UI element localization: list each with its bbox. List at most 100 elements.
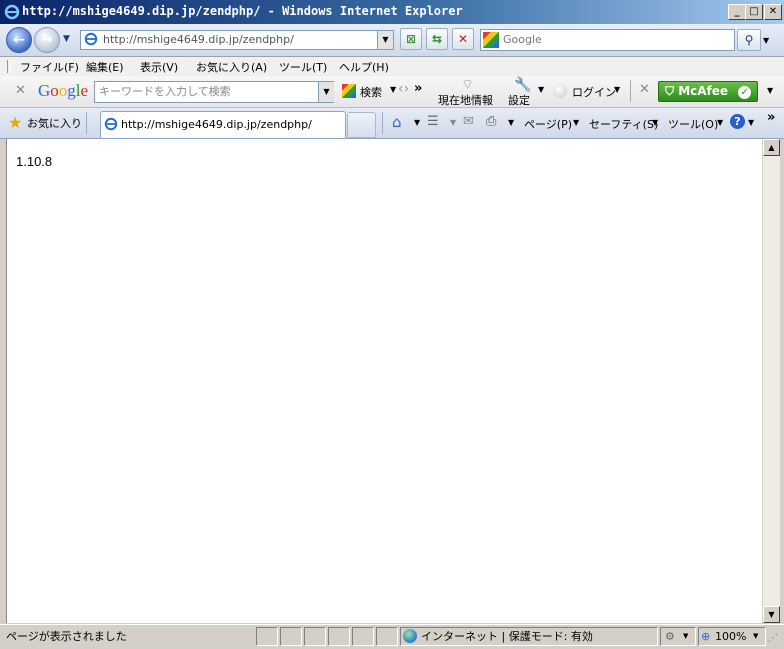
google-search-icon [342, 84, 356, 98]
favorites-button[interactable]: お気に入り [27, 115, 82, 131]
google-toolbar-close-button[interactable]: ✕ [15, 83, 26, 98]
tab-title: http://mshige4649.dip.jp/zendphp/ [121, 118, 312, 131]
compatibility-view-button[interactable]: ⊠ [400, 28, 422, 50]
refresh-button[interactable]: ⇆ [426, 28, 448, 50]
toolbar-divider [630, 80, 631, 102]
google-search-field[interactable]: キーワードを入力して検索 ▼ [94, 81, 334, 103]
minimize-button[interactable]: _ [728, 4, 746, 20]
mcafee-siteadvisor-button[interactable]: ⛉ McAfee ✓ [658, 81, 758, 102]
tab-bar: ★ お気に入り http://mshige4649.dip.jp/zendphp… [0, 108, 784, 139]
print-icon[interactable]: ⎙ [486, 114, 496, 129]
forward-button[interactable]: → [34, 27, 60, 53]
menu-grip [7, 60, 11, 73]
status-panel-2 [280, 627, 302, 646]
zoom-dropdown-icon[interactable]: ▼ [753, 632, 758, 640]
refresh-icon: ⇆ [431, 32, 443, 46]
scroll-down-button[interactable]: ▼ [763, 606, 780, 623]
favorites-star-icon: ★ [8, 113, 23, 132]
address-dropdown-icon[interactable]: ▼ [377, 31, 393, 49]
favorites-divider [86, 112, 87, 134]
address-bar[interactable]: http://mshige4649.dip.jp/zendphp/ ▼ [80, 30, 394, 50]
address-input[interactable]: http://mshige4649.dip.jp/zendphp/ [103, 31, 294, 49]
login-avatar-icon [553, 84, 567, 98]
search-icon: ⚲ [744, 33, 754, 47]
search-input[interactable]: Google [503, 31, 542, 49]
history-dropdown-icon[interactable]: ▼ [63, 34, 70, 44]
internet-globe-icon [403, 629, 417, 643]
status-panel-6 [376, 627, 398, 646]
mcafee-label: McAfee [678, 84, 729, 98]
status-panel-3 [304, 627, 326, 646]
close-button[interactable]: ✕ [764, 4, 782, 20]
help-icon[interactable]: ? [730, 114, 745, 129]
vertical-scrollbar[interactable]: ▲ ▼ [762, 139, 780, 623]
home-dropdown-icon[interactable]: ▼ [414, 118, 420, 127]
menu-edit[interactable]: 編集(E) [86, 59, 124, 75]
feeds-icon[interactable]: ☰ [427, 114, 439, 129]
zoom-icon: ⊕ [701, 630, 711, 643]
status-message: ページが表示されました [6, 630, 127, 643]
print-dropdown-icon[interactable]: ▼ [508, 118, 514, 127]
page-menu-button[interactable]: ページ(P) [524, 116, 572, 132]
mcafee-close-button[interactable]: ✕ [639, 82, 650, 97]
protected-mode-panel[interactable]: ⚙ ▼ [660, 627, 696, 646]
search-options-dropdown-icon[interactable]: ▼ [763, 36, 769, 45]
login-dropdown-icon[interactable]: ▼ [614, 85, 620, 94]
menu-favorites[interactable]: お気に入り(A) [196, 59, 267, 75]
title-bar: http://mshige4649.dip.jp/zendphp/ - Wind… [0, 0, 784, 24]
home-icon[interactable]: ⌂ [392, 113, 402, 131]
status-message-panel: ページが表示されました [2, 627, 254, 646]
google-logo: Google [38, 81, 89, 100]
security-zone-panel[interactable]: インターネット | 保護モード: 有効 [400, 627, 658, 646]
maximize-button[interactable]: □ [745, 4, 763, 20]
protected-mode-icon: ⚙ [665, 630, 675, 643]
location-button[interactable]: 現在地情報 [438, 92, 493, 108]
tab-ie-icon [104, 117, 118, 131]
menu-help[interactable]: ヘルプ(H) [339, 59, 389, 75]
google-search-input[interactable]: キーワードを入力して検索 [99, 83, 231, 101]
forward-arrow-icon: → [41, 32, 53, 48]
menu-bar: ファイル(F) 編集(E) 表示(V) お気に入り(A) ツール(T) ヘルプ(… [0, 57, 784, 77]
mcafee-dropdown-icon[interactable]: ▼ [767, 86, 773, 95]
search-button[interactable]: ⚲ [737, 29, 761, 51]
commands-more-button[interactable]: » [767, 110, 775, 125]
stop-button[interactable]: ✕ [452, 28, 474, 50]
google-more-button[interactable]: » [414, 81, 422, 96]
tools-dropdown-icon[interactable]: ▼ [717, 118, 723, 127]
back-button[interactable]: ← [6, 27, 32, 53]
security-zone-text: インターネット | 保護モード: 有効 [421, 630, 593, 643]
google-search-dropdown-icon[interactable]: ▼ [318, 82, 334, 102]
stop-icon: ✕ [457, 32, 469, 46]
menu-view[interactable]: 表示(V) [140, 59, 178, 75]
resize-grip-icon[interactable]: ⋰ [768, 633, 778, 644]
ie-logo-icon [4, 4, 20, 20]
tab-current[interactable]: http://mshige4649.dip.jp/zendphp/ [100, 111, 346, 138]
settings-button[interactable]: 設定 [508, 92, 530, 108]
search-box[interactable]: Google [480, 29, 735, 51]
help-dropdown-icon[interactable]: ▼ [748, 118, 754, 127]
mail-icon[interactable]: ✉ [463, 114, 474, 129]
tools-menu-button[interactable]: ツール(O) [668, 116, 718, 132]
login-button[interactable]: ログイン [572, 84, 616, 100]
google-toolbar: ✕ Google キーワードを入力して検索 ▼ 検索 ▼ ‹› » ⌔ 現在地情… [0, 76, 784, 108]
command-divider [382, 112, 383, 134]
google-search-options-icon[interactable]: ▼ [390, 85, 396, 94]
menu-tools[interactable]: ツール(T) [279, 59, 327, 75]
page-ie-icon [84, 32, 98, 46]
menu-file[interactable]: ファイル(F) [20, 59, 79, 75]
status-panel-5 [352, 627, 374, 646]
feeds-dropdown-icon[interactable]: ▼ [450, 118, 456, 127]
version-text: 1.10.8 [16, 154, 53, 169]
status-panel-1 [256, 627, 278, 646]
google-search-button[interactable]: 検索 [360, 84, 382, 100]
protected-mode-dropdown-icon[interactable]: ▼ [683, 632, 688, 640]
safety-dropdown-icon[interactable]: ▼ [652, 118, 658, 127]
page-dropdown-icon[interactable]: ▼ [573, 118, 579, 127]
wrench-icon: 🔧 [514, 77, 532, 93]
new-tab-button[interactable] [347, 112, 376, 138]
zoom-panel[interactable]: ⊕ 100% ▼ [698, 627, 766, 646]
settings-dropdown-icon[interactable]: ▼ [538, 85, 544, 94]
scroll-up-button[interactable]: ▲ [763, 139, 780, 156]
status-bar: ページが表示されました インターネット | 保護モード: 有効 ⚙ ▼ ⊕ 10… [0, 624, 784, 649]
safety-menu-button[interactable]: セーフティ(S) [589, 116, 658, 132]
